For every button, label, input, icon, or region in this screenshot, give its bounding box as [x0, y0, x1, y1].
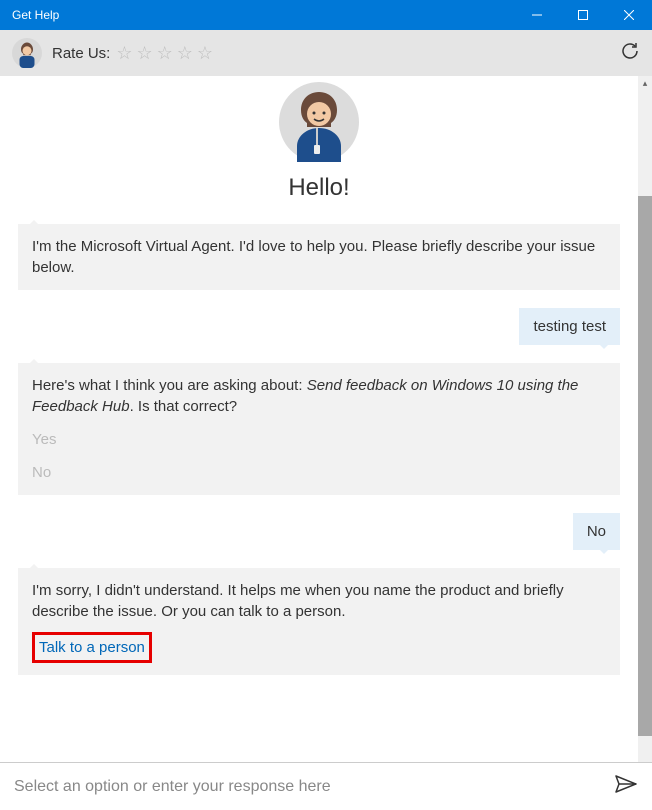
- chat-scroll[interactable]: Hello! I'm the Microsoft Virtual Agent. …: [0, 76, 638, 762]
- message-text: . Is that correct?: [130, 398, 238, 415]
- star-icon[interactable]: ☆: [137, 43, 153, 64]
- user-message: testing test: [519, 308, 620, 345]
- input-row: [0, 762, 652, 810]
- scroll-up-icon[interactable]: ▴: [638, 76, 652, 90]
- minimize-button[interactable]: [514, 0, 560, 30]
- user-message: No: [573, 513, 620, 550]
- star-icon[interactable]: ☆: [177, 43, 193, 64]
- agent-message: I'm the Microsoft Virtual Agent. I'd lov…: [18, 224, 620, 290]
- window-title: Get Help: [12, 8, 59, 22]
- scrollbar[interactable]: ▴: [638, 76, 652, 762]
- rate-label: Rate Us:: [52, 45, 110, 62]
- message-text: testing test: [533, 318, 606, 335]
- maximize-button[interactable]: [560, 0, 606, 30]
- chat-area: Hello! I'm the Microsoft Virtual Agent. …: [0, 76, 652, 762]
- scrollbar-thumb[interactable]: [638, 196, 652, 736]
- option-no: No: [32, 462, 606, 483]
- option-yes: Yes: [32, 429, 606, 450]
- refresh-icon[interactable]: [620, 41, 640, 66]
- star-icon[interactable]: ☆: [197, 43, 213, 64]
- response-input[interactable]: [14, 778, 614, 796]
- agent-avatar-small-icon: [12, 38, 42, 68]
- window-titlebar: Get Help: [0, 0, 652, 30]
- rate-bar: Rate Us: ☆ ☆ ☆ ☆ ☆: [0, 30, 652, 76]
- talk-to-person-link[interactable]: Talk to a person: [32, 632, 152, 663]
- agent-message: Here's what I think you are asking about…: [18, 363, 620, 495]
- agent-hero: Hello!: [18, 82, 620, 202]
- message-text: I'm the Microsoft Virtual Agent. I'd lov…: [32, 238, 595, 276]
- message-text: Here's what I think you are asking about…: [32, 377, 307, 394]
- greeting-text: Hello!: [18, 174, 620, 202]
- star-icon[interactable]: ☆: [157, 43, 173, 64]
- agent-avatar-large-icon: [279, 82, 359, 162]
- close-button[interactable]: [606, 0, 652, 30]
- agent-message: I'm sorry, I didn't understand. It helps…: [18, 568, 620, 675]
- star-icon[interactable]: ☆: [116, 43, 132, 64]
- message-text: No: [587, 523, 606, 540]
- message-text: I'm sorry, I didn't understand. It helps…: [32, 582, 564, 620]
- send-icon[interactable]: [614, 774, 638, 799]
